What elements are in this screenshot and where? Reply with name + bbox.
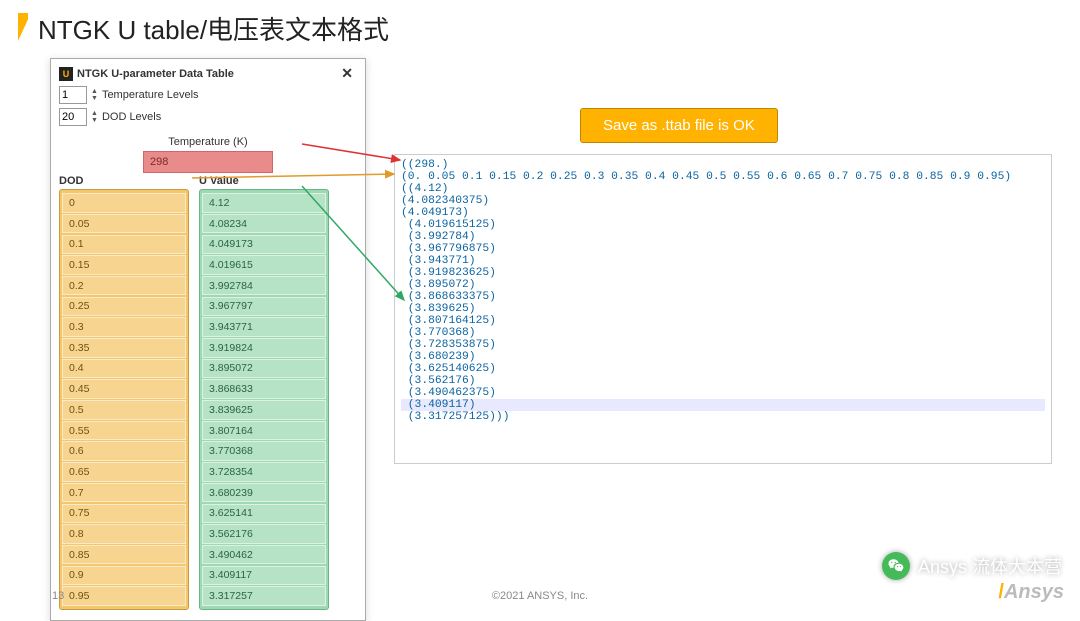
code-line: (3.919823625) xyxy=(401,267,1045,279)
logo-text: Ansys xyxy=(1004,581,1064,603)
ttab-code-viewer: ((298.)(0. 0.05 0.1 0.15 0.2 0.25 0.3 0.… xyxy=(394,154,1052,464)
u-cell[interactable]: 3.490462 xyxy=(202,545,326,565)
ansys-logo: /Ansys xyxy=(998,581,1064,604)
dod-cell[interactable]: 0.05 xyxy=(62,214,186,234)
temp-levels-stepper[interactable]: ▲▼ xyxy=(91,88,98,102)
column-headers: DOD U Value xyxy=(55,175,361,187)
code-line: (3.868633375) xyxy=(401,291,1045,303)
panel-title: NTGK U-parameter Data Table xyxy=(77,68,234,80)
code-line: (3.625140625) xyxy=(401,363,1045,375)
u-cell[interactable]: 3.839625 xyxy=(202,400,326,420)
u-cell[interactable]: 3.562176 xyxy=(202,524,326,544)
dod-header: DOD xyxy=(59,175,189,187)
close-button[interactable]: ✕ xyxy=(337,65,357,82)
code-line: (3.992784) xyxy=(401,231,1045,243)
code-line: (3.409117) xyxy=(401,399,1045,411)
code-line: (4.019615125) xyxy=(401,219,1045,231)
dod-levels-row: ▲▼ DOD Levels xyxy=(55,106,361,128)
u-cell[interactable]: 4.08234 xyxy=(202,214,326,234)
u-cell[interactable]: 3.807164 xyxy=(202,421,326,441)
dod-cell[interactable]: 0.7 xyxy=(62,483,186,503)
dod-cell[interactable]: 0.25 xyxy=(62,297,186,317)
dod-levels-input[interactable] xyxy=(59,108,87,126)
code-line: (3.728353875) xyxy=(401,339,1045,351)
u-cell[interactable]: 3.967797 xyxy=(202,297,326,317)
dod-cell[interactable]: 0.4 xyxy=(62,359,186,379)
u-cell[interactable]: 3.625141 xyxy=(202,504,326,524)
slide-title: NTGK U table/电压表文本格式 xyxy=(38,10,389,47)
dod-cell[interactable]: 0.5 xyxy=(62,400,186,420)
u-cell[interactable]: 3.992784 xyxy=(202,276,326,296)
dod-cell[interactable]: 0.8 xyxy=(62,524,186,544)
dod-cell[interactable]: 0.75 xyxy=(62,504,186,524)
dod-cell[interactable]: 0.35 xyxy=(62,338,186,358)
code-line: (3.895072) xyxy=(401,279,1045,291)
watermark: Ansys 流体大本营 xyxy=(882,552,1062,580)
u-cell[interactable]: 3.868633 xyxy=(202,379,326,399)
footer: 13 ©2021 ANSYS, Inc. xyxy=(0,590,1080,602)
code-line: (3.943771) xyxy=(401,255,1045,267)
u-cell[interactable]: 3.680239 xyxy=(202,483,326,503)
dod-cell[interactable]: 0.45 xyxy=(62,379,186,399)
u-cell[interactable]: 4.019615 xyxy=(202,255,326,275)
u-cell[interactable]: 3.919824 xyxy=(202,338,326,358)
code-line: (4.049173) xyxy=(401,207,1045,219)
slide-title-bar: NTGK U table/电压表文本格式 xyxy=(0,0,1080,53)
copyright: ©2021 ANSYS, Inc. xyxy=(492,590,588,602)
dod-cell[interactable]: 0.6 xyxy=(62,441,186,461)
code-line: (3.807164125) xyxy=(401,315,1045,327)
dod-levels-stepper[interactable]: ▲▼ xyxy=(91,110,98,124)
app-icon: U xyxy=(59,67,73,81)
accent-stripe xyxy=(18,13,28,45)
u-cell[interactable]: 3.770368 xyxy=(202,441,326,461)
u-cell[interactable]: 3.895072 xyxy=(202,359,326,379)
watermark-text: Ansys 流体大本营 xyxy=(918,553,1062,579)
u-header: U Value xyxy=(199,175,239,187)
temp-levels-input[interactable] xyxy=(59,86,87,104)
code-line: (3.770368) xyxy=(401,327,1045,339)
temp-levels-row: ▲▼ Temperature Levels xyxy=(55,84,361,106)
temp-levels-label: Temperature Levels xyxy=(102,89,199,101)
code-line: (3.562176) xyxy=(401,375,1045,387)
dod-cell[interactable]: 0.15 xyxy=(62,255,186,275)
ntgk-panel: U NTGK U-parameter Data Table ✕ ▲▼ Tempe… xyxy=(50,58,366,621)
code-line: (4.082340375) xyxy=(401,195,1045,207)
code-line: (3.839625) xyxy=(401,303,1045,315)
temperature-header: Temperature (K) xyxy=(55,136,361,148)
dod-cell[interactable]: 0.9 xyxy=(62,566,186,586)
dod-cell[interactable]: 0.1 xyxy=(62,235,186,255)
dod-column: 00.050.10.150.20.250.30.350.40.450.50.55… xyxy=(59,189,189,610)
code-line: ((298.) xyxy=(401,159,1045,171)
code-line: (3.680239) xyxy=(401,351,1045,363)
dod-cell[interactable]: 0.2 xyxy=(62,276,186,296)
dod-cell[interactable]: 0.65 xyxy=(62,462,186,482)
u-column: 4.124.082344.0491734.0196153.9927843.967… xyxy=(199,189,329,610)
dod-levels-label: DOD Levels xyxy=(102,111,161,123)
code-line: (3.967796875) xyxy=(401,243,1045,255)
save-hint-tag: Save as .ttab file is OK xyxy=(580,108,778,143)
wechat-icon xyxy=(882,552,910,580)
panel-titlebar: U NTGK U-parameter Data Table ✕ xyxy=(55,63,361,84)
code-line: (3.490462375) xyxy=(401,387,1045,399)
code-line: ((4.12) xyxy=(401,183,1045,195)
dod-cell[interactable]: 0.3 xyxy=(62,317,186,337)
code-line: (3.317257125))) xyxy=(401,411,1045,423)
temperature-cell[interactable]: 298 xyxy=(143,151,273,173)
dod-cell[interactable]: 0.85 xyxy=(62,545,186,565)
u-cell[interactable]: 3.943771 xyxy=(202,317,326,337)
page-number: 13 xyxy=(52,590,64,602)
u-cell[interactable]: 3.409117 xyxy=(202,566,326,586)
u-cell[interactable]: 3.728354 xyxy=(202,462,326,482)
code-line: (0. 0.05 0.1 0.15 0.2 0.25 0.3 0.35 0.4 … xyxy=(401,171,1045,183)
u-cell[interactable]: 4.049173 xyxy=(202,235,326,255)
u-cell[interactable]: 4.12 xyxy=(202,193,326,213)
dod-cell[interactable]: 0.55 xyxy=(62,421,186,441)
dod-cell[interactable]: 0 xyxy=(62,193,186,213)
